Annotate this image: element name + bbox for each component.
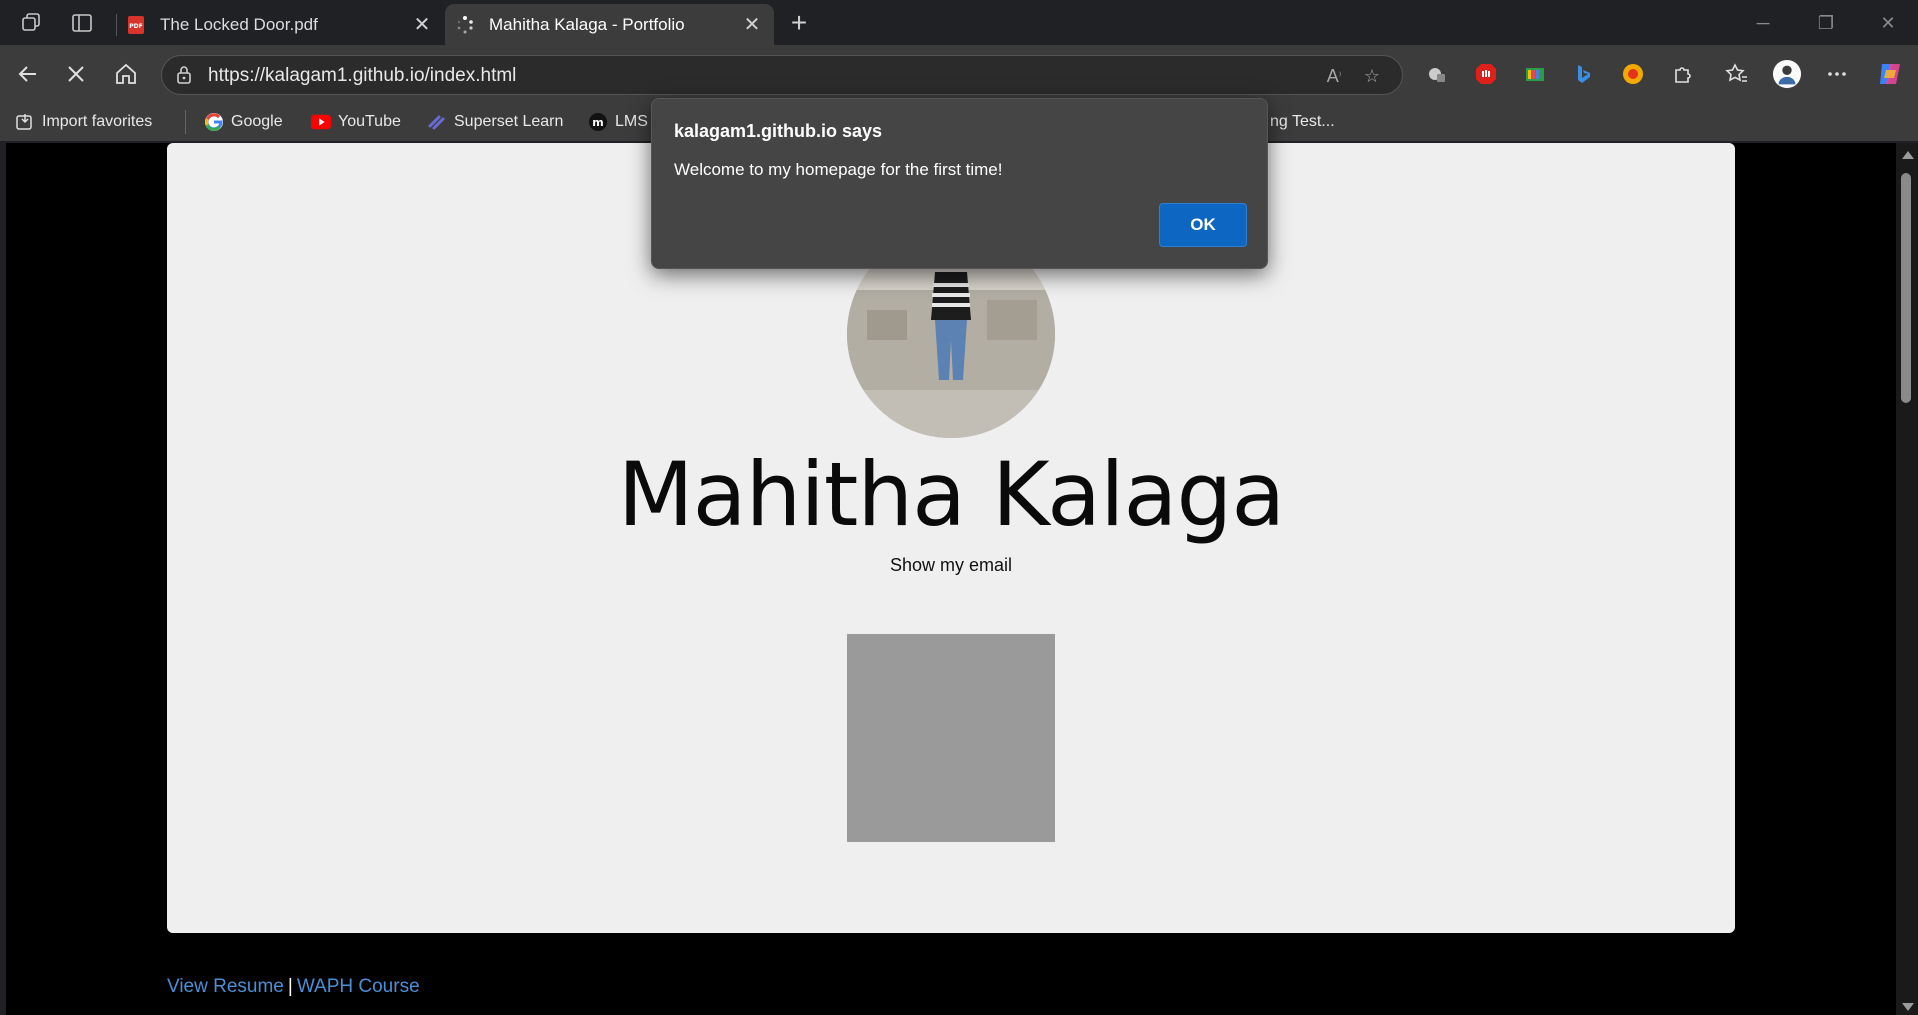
back-icon[interactable]	[12, 58, 44, 90]
read-aloud-icon[interactable]: A ⁾	[1322, 64, 1346, 88]
footer-links: View Resume | WAPH Course	[167, 976, 420, 998]
bookmark-lms[interactable]: m LMS	[588, 110, 648, 134]
favorite-star-icon[interactable]: ☆	[1360, 64, 1384, 88]
ad-block-icon[interactable]	[1471, 59, 1501, 89]
browser-window: PDF The Locked Door.pdf ✕ Mahitha Kalaga…	[0, 0, 1918, 1015]
bookmark-truncated[interactable]: ng Test...	[1270, 110, 1335, 134]
waph-course-link[interactable]: WAPH Course	[297, 976, 420, 997]
scroll-thumb[interactable]	[1901, 173, 1911, 403]
scroll-up-icon[interactable]	[1902, 151, 1914, 159]
bookmark-google[interactable]: Google	[204, 110, 283, 134]
alert-dialog: kalagam1.github.io says Welcome to my ho…	[651, 98, 1268, 269]
lms-icon: m	[588, 112, 608, 132]
footer-separator: |	[287, 976, 293, 997]
show-email-button[interactable]: Show my email	[6, 555, 1896, 576]
copilot-icon[interactable]	[1875, 59, 1905, 89]
loading-spinner-icon	[455, 15, 475, 35]
bookmark-youtube[interactable]: YouTube	[311, 110, 401, 134]
workspaces-icon[interactable]	[18, 9, 46, 37]
close-window-icon[interactable]: ✕	[1866, 8, 1910, 38]
extension-icon-1[interactable]	[1422, 59, 1452, 89]
page-viewport: Mahitha Kalaga Show my email View Resume…	[6, 143, 1896, 1015]
bookmarks-separator	[185, 110, 186, 134]
bing-icon[interactable]	[1568, 59, 1598, 89]
ok-button[interactable]: OK	[1159, 203, 1247, 247]
minimize-icon[interactable]: ─	[1741, 8, 1785, 38]
stop-loading-icon[interactable]	[60, 58, 92, 90]
bookmark-superset-learn[interactable]: Superset Learn	[427, 110, 563, 134]
page-title: Mahitha Kalaga	[617, 443, 1286, 546]
vertical-tabs-icon[interactable]	[68, 9, 96, 37]
youtube-icon	[311, 112, 331, 132]
dialog-title: kalagam1.github.io says	[674, 121, 883, 141]
tab-portfolio[interactable]: Mahitha Kalaga - Portfolio ✕	[445, 4, 774, 45]
placeholder-box	[847, 634, 1055, 842]
extensions-puzzle-icon[interactable]	[1668, 59, 1698, 89]
google-icon	[204, 112, 224, 132]
bookmark-import-favorites[interactable]: Import favorites	[15, 110, 152, 134]
bookmark-label: Import favorites	[42, 113, 153, 130]
tab-title: Mahitha Kalaga - Portfolio	[489, 14, 685, 34]
favorites-icon[interactable]	[1722, 59, 1752, 89]
import-icon	[15, 112, 35, 132]
home-icon[interactable]	[110, 58, 142, 90]
view-resume-link[interactable]: View Resume	[167, 976, 284, 997]
restore-icon[interactable]: ❐	[1804, 8, 1848, 38]
superset-icon	[427, 112, 447, 132]
address-bar[interactable]: https://kalagam1.github.io/index.html A ⁾…	[161, 55, 1403, 95]
tab-locked-door-pdf[interactable]: PDF The Locked Door.pdf ✕	[116, 4, 444, 45]
extension-icon-orange[interactable]	[1618, 59, 1648, 89]
bookmark-label: YouTube	[338, 113, 401, 130]
vertical-scrollbar[interactable]	[1896, 143, 1918, 1015]
bookmark-label: LMS	[615, 113, 648, 130]
bookmark-label: Google	[231, 113, 283, 130]
tv-extension-icon[interactable]	[1520, 59, 1550, 89]
tab-strip: PDF The Locked Door.pdf ✕ Mahitha Kalaga…	[0, 0, 1918, 45]
profile-avatar[interactable]	[1772, 59, 1802, 89]
pdf-icon: PDF	[126, 15, 146, 35]
scroll-down-icon[interactable]	[1902, 1003, 1914, 1011]
dialog-message: Welcome to my homepage for the first tim…	[674, 160, 1003, 179]
site-info-icon[interactable]	[174, 65, 194, 85]
bookmark-label: ng Test...	[1270, 113, 1335, 130]
new-tab-icon[interactable]: +	[784, 7, 814, 38]
more-options-icon[interactable]	[1822, 59, 1852, 89]
url-text: https://kalagam1.github.io/index.html	[208, 65, 517, 86]
toolbar: https://kalagam1.github.io/index.html A ⁾…	[0, 45, 1918, 103]
tab-title: The Locked Door.pdf	[160, 14, 318, 34]
close-tab-icon[interactable]: ✕	[740, 13, 764, 37]
close-tab-icon[interactable]: ✕	[410, 13, 434, 37]
bookmark-label: Superset Learn	[454, 113, 564, 130]
svg-text:PDF: PDF	[129, 23, 142, 30]
svg-text:m: m	[592, 116, 603, 129]
